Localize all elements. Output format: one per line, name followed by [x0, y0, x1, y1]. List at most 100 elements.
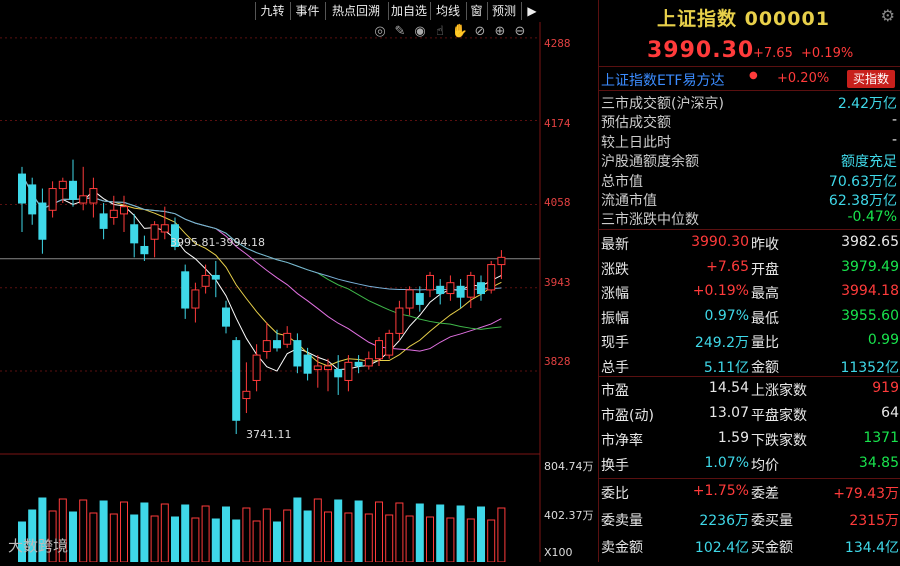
info-value: -0.47% — [847, 209, 897, 226]
quote-row: 总手 5.11亿 金额 11352亿 — [599, 353, 900, 378]
volume-bar — [69, 511, 77, 563]
volume-bar — [160, 503, 169, 563]
quote-key: 振幅 — [601, 310, 629, 327]
info-key: 较上日此时 — [601, 134, 671, 151]
volume-bar — [477, 506, 485, 563]
info-row: 流通市值 62.38万亿 — [601, 190, 899, 209]
candle-body — [466, 274, 475, 298]
volume-bar — [303, 510, 312, 563]
quote-key: 市净率 — [601, 433, 643, 449]
candle-body — [232, 340, 241, 421]
volume-bar — [99, 500, 108, 563]
volume-bar — [201, 505, 210, 563]
volume-bar — [232, 519, 241, 563]
last-price: 3990.30 — [647, 38, 755, 63]
volume-bar — [446, 517, 455, 563]
toolbar-button[interactable]: 均线 — [430, 2, 465, 20]
candle-body — [487, 264, 496, 291]
info-row: 预估成交额 - — [601, 112, 899, 131]
high-annotation: 3995.81-3994.18 — [170, 236, 265, 249]
candle-body — [89, 188, 98, 204]
quote-row: 市净率 1.59 下跌家数 1371 — [599, 426, 900, 451]
quote-value: +1.75% — [692, 483, 749, 499]
y-tick-label: 4288 — [544, 37, 571, 50]
info-row: 三市涨跌中位数 -0.47% — [601, 209, 899, 228]
info-row: 三市成交额(沪深京) 2.42万亿 — [601, 93, 899, 112]
info-row: 总市值 70.63万亿 — [601, 171, 899, 190]
kline-svg[interactable]: 3995.81-3994.18 3741.11 — [0, 22, 545, 563]
info-key: 三市成交额(沪深京) — [601, 96, 724, 112]
volume-bar — [364, 513, 373, 563]
quote-value: 1371 — [863, 430, 899, 446]
low-annotation: 3741.11 — [246, 428, 292, 441]
candle-body — [150, 224, 159, 240]
candle-body — [436, 285, 445, 295]
etf-change-pct: +0.20% — [777, 71, 830, 86]
quote-value: +79.43万 — [833, 486, 899, 502]
quote-key: 最低 — [751, 310, 779, 327]
volume-tick-label: X100 — [544, 546, 573, 559]
y-tick-label: 3943 — [544, 276, 571, 289]
candle-body — [334, 369, 343, 378]
quote-row: 现手 249.2万 量比 0.99 — [599, 328, 900, 353]
volume-bar — [497, 507, 506, 563]
info-value: 70.63万亿 — [828, 173, 897, 190]
quote-value: 2236万 — [699, 513, 749, 529]
toolbar-button[interactable]: 九转 — [255, 2, 289, 20]
info-value: - — [891, 112, 897, 129]
kline-chart[interactable]: 3995.81-3994.18 3741.11 — [0, 22, 545, 563]
quote-key: 平盘家数 — [751, 408, 807, 424]
watermark-logo: 大数跨境 — [8, 537, 69, 555]
candle-body — [181, 271, 190, 309]
info-key: 沪股通额度余额 — [601, 154, 699, 171]
info-key: 预估成交额 — [601, 115, 671, 132]
quote-value: 1.07% — [704, 455, 749, 471]
toolbar-button[interactable]: 加自选 — [388, 2, 429, 20]
volume-bar — [262, 508, 271, 563]
info-value: - — [891, 131, 897, 148]
quote-row: 委卖量 2236万 委买量 2315万 — [599, 506, 900, 531]
toolbar-button[interactable]: 事件 — [290, 2, 324, 20]
buy-index-button[interactable]: 买指数 — [847, 70, 895, 88]
collapse-arrow-icon[interactable]: ▶ — [521, 2, 542, 20]
quote-key: 下跌家数 — [751, 433, 807, 449]
quote-key: 涨跌 — [601, 261, 629, 278]
candle-body — [79, 195, 88, 204]
volume-bar — [283, 509, 292, 563]
volume-bar — [222, 506, 230, 563]
volume-bar — [426, 516, 434, 563]
quote-key: 委比 — [601, 486, 629, 502]
candle-body — [375, 340, 383, 360]
quote-row: 换手 1.07% 均价 34.85 — [599, 451, 900, 476]
moving-average-line — [21, 173, 502, 372]
quote-value: 13.07 — [708, 405, 749, 421]
toolbar-button[interactable]: 热点回溯 — [325, 2, 386, 20]
quote-key: 现手 — [601, 335, 629, 351]
quote-key: 开盘 — [751, 261, 779, 278]
candle-body — [222, 307, 230, 327]
quote-row: 涨跌 +7.65 开盘 3979.49 — [599, 255, 900, 280]
candle-body — [69, 180, 77, 200]
candle-body — [415, 293, 424, 305]
volume-bar — [140, 502, 149, 563]
quote-value: 0.99 — [867, 332, 899, 348]
quote-key: 委买量 — [751, 513, 793, 529]
gear-icon[interactable]: ⚙ — [881, 6, 895, 25]
etf-link[interactable]: 上证指数ETF易方达 — [601, 70, 724, 90]
divider — [599, 90, 900, 91]
info-row: 较上日此时 - — [601, 132, 899, 151]
candle-body — [140, 245, 149, 255]
volume-bar — [334, 499, 343, 563]
candle-body — [344, 361, 353, 381]
candle-body — [426, 274, 434, 291]
toolbar-button[interactable]: 预测 — [487, 2, 520, 20]
price-change: +7.65 — [753, 46, 793, 61]
candle-body — [99, 213, 108, 229]
quote-key: 总手 — [601, 359, 629, 376]
volume-bar — [405, 515, 414, 563]
toolbar-button[interactable]: 窗 — [466, 2, 486, 20]
etf-dot-icon: ● — [749, 70, 758, 81]
candle-body — [262, 340, 271, 352]
volume-bar — [313, 498, 322, 563]
y-tick-label: 3828 — [544, 355, 571, 368]
